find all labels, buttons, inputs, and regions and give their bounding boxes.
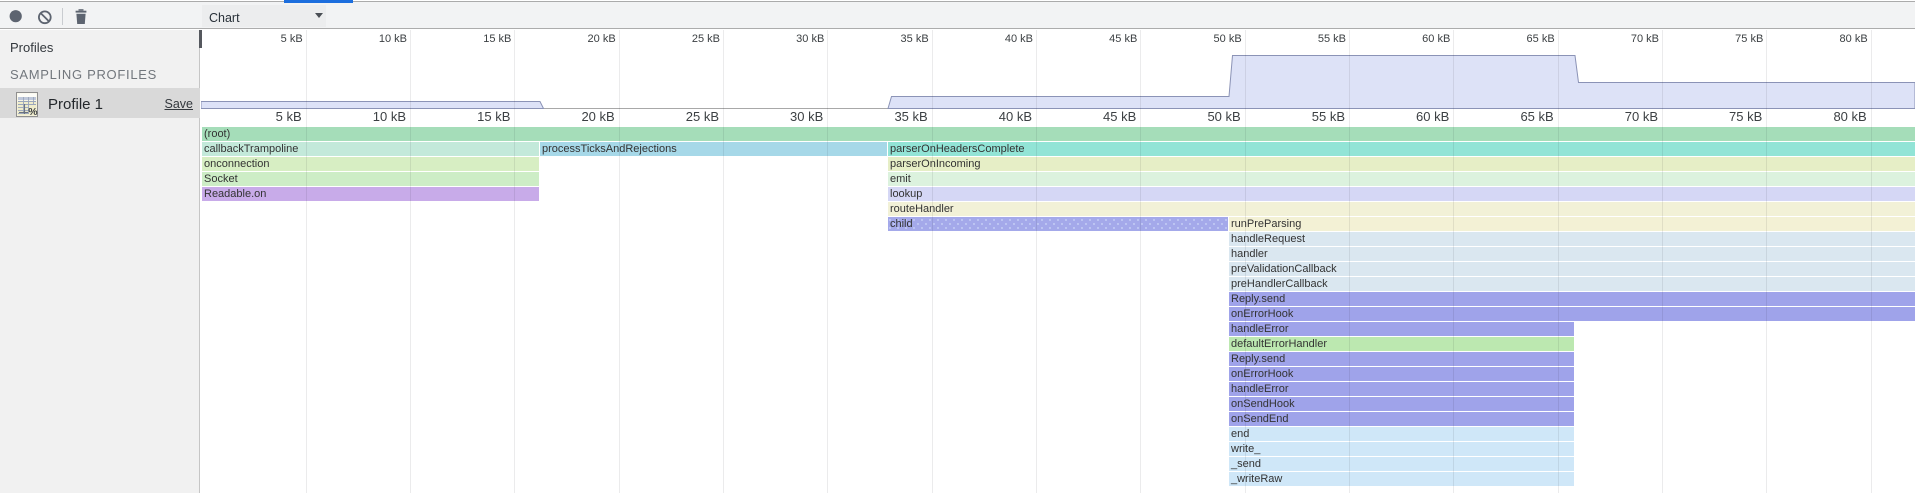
svg-text:%: %	[28, 106, 38, 117]
